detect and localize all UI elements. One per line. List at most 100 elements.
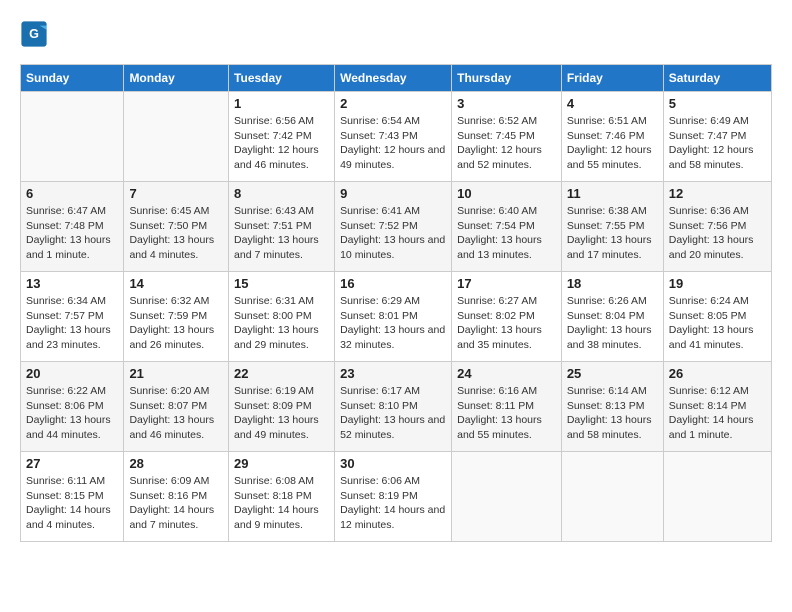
- calendar-cell: 7 Sunrise: 6:45 AM Sunset: 7:50 PM Daylig…: [124, 182, 229, 272]
- day-info: Sunrise: 6:20 AM Sunset: 8:07 PM Dayligh…: [129, 384, 223, 443]
- day-info: Sunrise: 6:47 AM Sunset: 7:48 PM Dayligh…: [26, 204, 118, 263]
- calendar-cell: 22 Sunrise: 6:19 AM Sunset: 8:09 PM Dayli…: [229, 362, 335, 452]
- day-number: 18: [567, 276, 658, 291]
- day-number: 14: [129, 276, 223, 291]
- calendar-cell: 23 Sunrise: 6:17 AM Sunset: 8:10 PM Dayli…: [335, 362, 452, 452]
- calendar-week-row: 20 Sunrise: 6:22 AM Sunset: 8:06 PM Dayli…: [21, 362, 772, 452]
- calendar-day-header: Monday: [124, 65, 229, 92]
- calendar-cell: 3 Sunrise: 6:52 AM Sunset: 7:45 PM Daylig…: [452, 92, 562, 182]
- day-info: Sunrise: 6:32 AM Sunset: 7:59 PM Dayligh…: [129, 294, 223, 353]
- calendar-week-row: 6 Sunrise: 6:47 AM Sunset: 7:48 PM Daylig…: [21, 182, 772, 272]
- calendar-cell: 10 Sunrise: 6:40 AM Sunset: 7:54 PM Dayli…: [452, 182, 562, 272]
- calendar-table: SundayMondayTuesdayWednesdayThursdayFrid…: [20, 64, 772, 542]
- day-number: 11: [567, 186, 658, 201]
- calendar-cell: 24 Sunrise: 6:16 AM Sunset: 8:11 PM Dayli…: [452, 362, 562, 452]
- day-info: Sunrise: 6:29 AM Sunset: 8:01 PM Dayligh…: [340, 294, 446, 353]
- day-info: Sunrise: 6:24 AM Sunset: 8:05 PM Dayligh…: [669, 294, 766, 353]
- day-number: 12: [669, 186, 766, 201]
- calendar-cell: 6 Sunrise: 6:47 AM Sunset: 7:48 PM Daylig…: [21, 182, 124, 272]
- day-number: 23: [340, 366, 446, 381]
- day-info: Sunrise: 6:09 AM Sunset: 8:16 PM Dayligh…: [129, 474, 223, 533]
- day-number: 6: [26, 186, 118, 201]
- day-number: 24: [457, 366, 556, 381]
- day-info: Sunrise: 6:36 AM Sunset: 7:56 PM Dayligh…: [669, 204, 766, 263]
- calendar-cell: 26 Sunrise: 6:12 AM Sunset: 8:14 PM Dayli…: [663, 362, 771, 452]
- day-info: Sunrise: 6:06 AM Sunset: 8:19 PM Dayligh…: [340, 474, 446, 533]
- calendar-day-header: Wednesday: [335, 65, 452, 92]
- day-number: 8: [234, 186, 329, 201]
- day-number: 17: [457, 276, 556, 291]
- calendar-cell: 15 Sunrise: 6:31 AM Sunset: 8:00 PM Dayli…: [229, 272, 335, 362]
- day-number: 29: [234, 456, 329, 471]
- calendar-cell: 17 Sunrise: 6:27 AM Sunset: 8:02 PM Dayli…: [452, 272, 562, 362]
- day-info: Sunrise: 6:54 AM Sunset: 7:43 PM Dayligh…: [340, 114, 446, 173]
- day-number: 13: [26, 276, 118, 291]
- calendar-cell: 9 Sunrise: 6:41 AM Sunset: 7:52 PM Daylig…: [335, 182, 452, 272]
- day-number: 2: [340, 96, 446, 111]
- calendar-cell: 18 Sunrise: 6:26 AM Sunset: 8:04 PM Dayli…: [561, 272, 663, 362]
- calendar-day-header: Friday: [561, 65, 663, 92]
- day-info: Sunrise: 6:16 AM Sunset: 8:11 PM Dayligh…: [457, 384, 556, 443]
- day-number: 21: [129, 366, 223, 381]
- calendar-cell: [21, 92, 124, 182]
- day-number: 9: [340, 186, 446, 201]
- day-info: Sunrise: 6:45 AM Sunset: 7:50 PM Dayligh…: [129, 204, 223, 263]
- calendar-cell: 16 Sunrise: 6:29 AM Sunset: 8:01 PM Dayli…: [335, 272, 452, 362]
- day-info: Sunrise: 6:41 AM Sunset: 7:52 PM Dayligh…: [340, 204, 446, 263]
- calendar-cell: 13 Sunrise: 6:34 AM Sunset: 7:57 PM Dayli…: [21, 272, 124, 362]
- day-number: 30: [340, 456, 446, 471]
- day-info: Sunrise: 6:26 AM Sunset: 8:04 PM Dayligh…: [567, 294, 658, 353]
- calendar-cell: [452, 452, 562, 542]
- calendar-cell: 4Sunrise: 6:51 AM Sunset: 7:46 PM Daylig…: [561, 92, 663, 182]
- day-info: Sunrise: 6:11 AM Sunset: 8:15 PM Dayligh…: [26, 474, 118, 533]
- calendar-cell: 8 Sunrise: 6:43 AM Sunset: 7:51 PM Daylig…: [229, 182, 335, 272]
- calendar-cell: 30 Sunrise: 6:06 AM Sunset: 8:19 PM Dayli…: [335, 452, 452, 542]
- calendar-day-header: Thursday: [452, 65, 562, 92]
- calendar-cell: 1Sunrise: 6:56 AM Sunset: 7:42 PM Daylig…: [229, 92, 335, 182]
- day-info: Sunrise: 6:31 AM Sunset: 8:00 PM Dayligh…: [234, 294, 329, 353]
- day-number: 7: [129, 186, 223, 201]
- calendar-day-header: Saturday: [663, 65, 771, 92]
- calendar-cell: 27 Sunrise: 6:11 AM Sunset: 8:15 PM Dayli…: [21, 452, 124, 542]
- day-number: 15: [234, 276, 329, 291]
- day-number: 10: [457, 186, 556, 201]
- day-info: Sunrise: 6:34 AM Sunset: 7:57 PM Dayligh…: [26, 294, 118, 353]
- day-info: Sunrise: 6:38 AM Sunset: 7:55 PM Dayligh…: [567, 204, 658, 263]
- page-header: G: [20, 20, 772, 48]
- day-info: Sunrise: 6:19 AM Sunset: 8:09 PM Dayligh…: [234, 384, 329, 443]
- day-number: 27: [26, 456, 118, 471]
- calendar-cell: 28 Sunrise: 6:09 AM Sunset: 8:16 PM Dayli…: [124, 452, 229, 542]
- calendar-week-row: 1Sunrise: 6:56 AM Sunset: 7:42 PM Daylig…: [21, 92, 772, 182]
- day-info: Sunrise: 6:43 AM Sunset: 7:51 PM Dayligh…: [234, 204, 329, 263]
- calendar-cell: 2 Sunrise: 6:54 AM Sunset: 7:43 PM Daylig…: [335, 92, 452, 182]
- day-info: Sunrise: 6:14 AM Sunset: 8:13 PM Dayligh…: [567, 384, 658, 443]
- day-number: 5: [669, 96, 766, 111]
- calendar-cell: [663, 452, 771, 542]
- day-info: Sunrise: 6:56 AM Sunset: 7:42 PM Dayligh…: [234, 114, 329, 173]
- calendar-cell: 5 Sunrise: 6:49 AM Sunset: 7:47 PM Daylig…: [663, 92, 771, 182]
- calendar-day-header: Tuesday: [229, 65, 335, 92]
- svg-text:G: G: [29, 27, 39, 41]
- calendar-cell: [561, 452, 663, 542]
- day-info: Sunrise: 6:12 AM Sunset: 8:14 PM Dayligh…: [669, 384, 766, 443]
- calendar-cell: 19Sunrise: 6:24 AM Sunset: 8:05 PM Dayli…: [663, 272, 771, 362]
- day-number: 20: [26, 366, 118, 381]
- day-number: 3: [457, 96, 556, 111]
- day-info: Sunrise: 6:22 AM Sunset: 8:06 PM Dayligh…: [26, 384, 118, 443]
- day-number: 28: [129, 456, 223, 471]
- day-info: Sunrise: 6:40 AM Sunset: 7:54 PM Dayligh…: [457, 204, 556, 263]
- day-info: Sunrise: 6:52 AM Sunset: 7:45 PM Dayligh…: [457, 114, 556, 173]
- day-number: 22: [234, 366, 329, 381]
- day-number: 16: [340, 276, 446, 291]
- day-info: Sunrise: 6:27 AM Sunset: 8:02 PM Dayligh…: [457, 294, 556, 353]
- calendar-week-row: 13 Sunrise: 6:34 AM Sunset: 7:57 PM Dayli…: [21, 272, 772, 362]
- calendar-cell: 11 Sunrise: 6:38 AM Sunset: 7:55 PM Dayli…: [561, 182, 663, 272]
- calendar-cell: 25Sunrise: 6:14 AM Sunset: 8:13 PM Dayli…: [561, 362, 663, 452]
- calendar-cell: [124, 92, 229, 182]
- calendar-cell: 20 Sunrise: 6:22 AM Sunset: 8:06 PM Dayli…: [21, 362, 124, 452]
- calendar-day-header: Sunday: [21, 65, 124, 92]
- day-info: Sunrise: 6:49 AM Sunset: 7:47 PM Dayligh…: [669, 114, 766, 173]
- day-info: Sunrise: 6:08 AM Sunset: 8:18 PM Dayligh…: [234, 474, 329, 533]
- day-info: Sunrise: 6:17 AM Sunset: 8:10 PM Dayligh…: [340, 384, 446, 443]
- day-number: 26: [669, 366, 766, 381]
